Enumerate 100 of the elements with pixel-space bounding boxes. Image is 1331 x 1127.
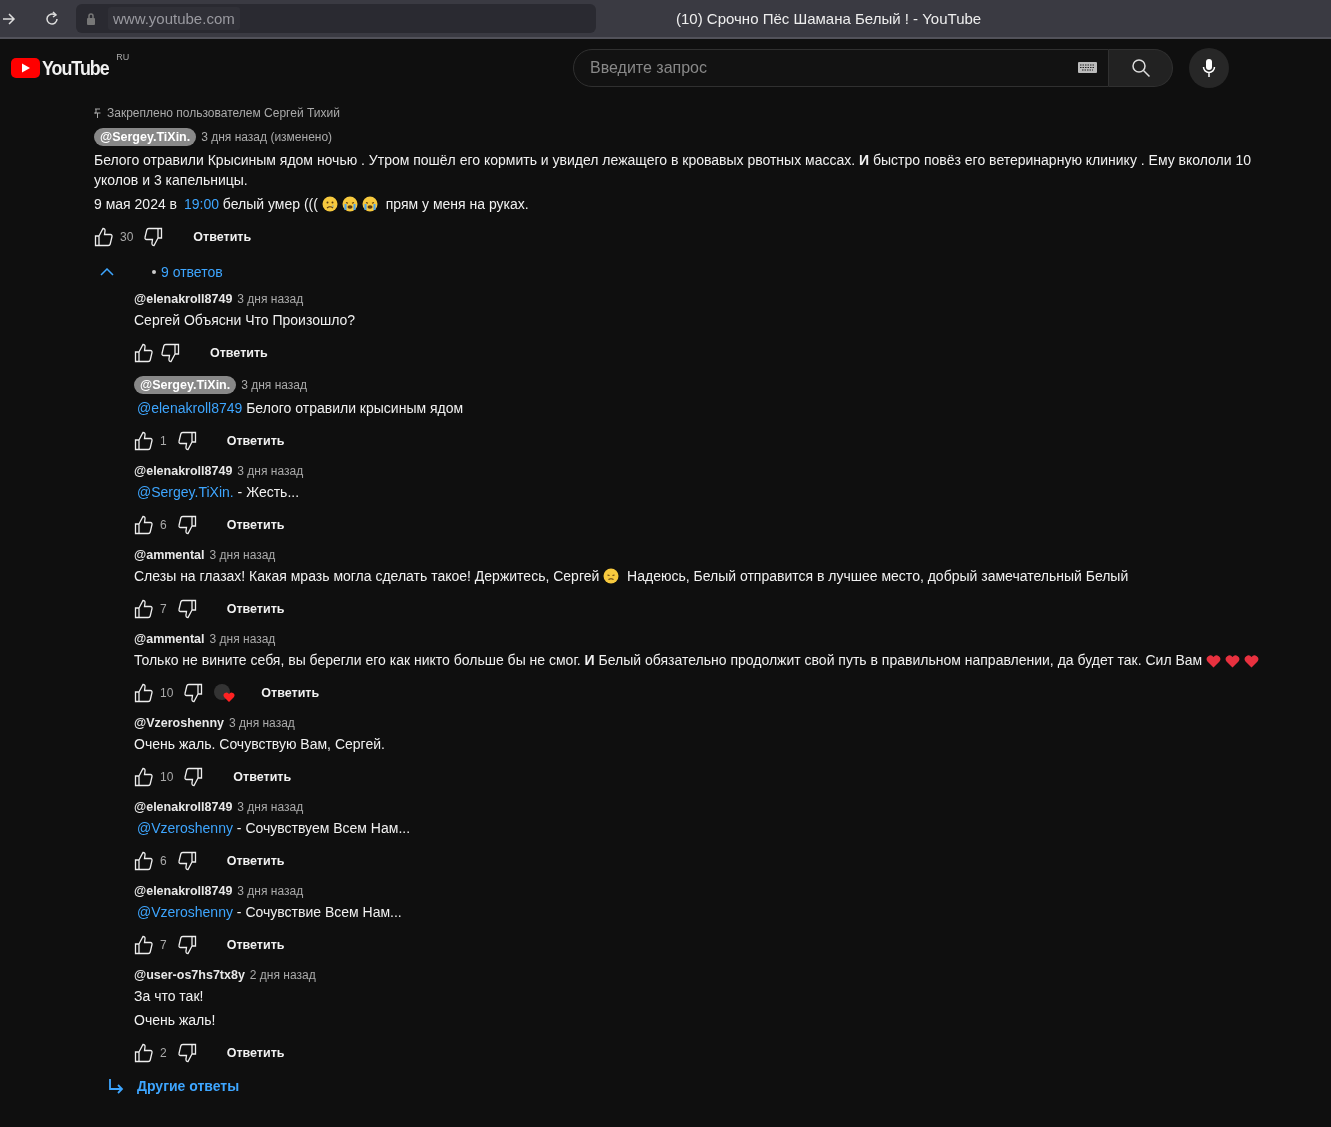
dislike-icon[interactable] [176, 431, 197, 451]
reply-button[interactable]: Ответить [218, 934, 293, 956]
logo-text[interactable]: YouTube [42, 56, 109, 80]
bullet-dot [152, 270, 156, 274]
like-icon[interactable] [134, 851, 154, 871]
reply-button[interactable]: Ответить [218, 598, 293, 620]
keyboard-icon[interactable] [1078, 62, 1097, 73]
dislike-icon[interactable] [183, 683, 204, 703]
timestamp-link[interactable]: 19:00 [183, 196, 219, 212]
like-count: 30 [120, 230, 134, 244]
like-icon[interactable] [94, 227, 114, 247]
comment-text: Только не вините себя, вы берегли его как никто больше бы не смог. И Белый обязательно продолжит свой путь в правильном направлении, да будет так. Сил Вам [134, 650, 1331, 670]
comment-time[interactable]: 2 дня назад [249, 968, 316, 982]
page-title: (10) Срочно Пёс Шамана Белый ! - YouTube [676, 10, 982, 27]
address-bar[interactable]: www.youtube.com [76, 4, 596, 33]
comment-text: @Vzeroshenny - Сочувствие Всем Нам... [136, 903, 403, 922]
chevron-icon[interactable] [100, 268, 114, 276]
comment-time[interactable]: 3 дня назад [237, 292, 304, 306]
reply-button[interactable]: Ответить [218, 850, 293, 872]
crying-face-emoji-icon [361, 196, 378, 212]
reply-button[interactable]: Ответить [218, 1042, 293, 1064]
like-count: 2 [160, 1046, 167, 1060]
reload-icon[interactable] [44, 10, 60, 27]
comment-time[interactable]: 3 дня назад [241, 378, 308, 392]
mention-link[interactable]: @Sergey.TiXin. [137, 484, 234, 500]
author-name[interactable]: @Sergey.TiXin. [94, 128, 197, 146]
like-icon[interactable] [134, 515, 154, 535]
comment-text: @Sergey.TiXin. - Жесть... [136, 483, 301, 502]
sad-face-emoji-icon [603, 568, 620, 584]
author-name[interactable]: @elenakroll8749 [134, 292, 233, 306]
like-count: 10 [160, 686, 174, 700]
reply-button[interactable]: Ответить [218, 430, 293, 452]
author-name[interactable]: @elenakroll8749 [134, 464, 233, 478]
mention-link[interactable]: @Vzeroshenny [137, 820, 233, 836]
forward-icon[interactable] [2, 11, 16, 26]
heart-emoji-icon [1225, 654, 1241, 668]
search-icon [1130, 58, 1151, 78]
region-label: RU [116, 52, 130, 62]
dislike-icon[interactable] [183, 767, 204, 787]
comment-text: Очень жаль. Сочувствую Вам, Сергей. [134, 735, 386, 754]
search-field[interactable]: Введите запрос [573, 49, 1109, 87]
like-icon[interactable] [134, 1043, 154, 1063]
like-icon[interactable] [134, 599, 154, 619]
like-icon[interactable] [134, 935, 154, 955]
more-replies-button[interactable]: Другие ответы [132, 1076, 245, 1096]
comment-time[interactable]: 3 дня назад [237, 800, 304, 814]
dislike-icon[interactable] [143, 227, 164, 247]
play-logo-icon[interactable] [11, 58, 40, 78]
author-name[interactable]: @ammental [134, 548, 205, 562]
author-name[interactable]: @elenakroll8749 [134, 884, 233, 898]
reply-button[interactable]: Ответить [225, 766, 300, 788]
comment-time[interactable]: 3 дня назад [237, 464, 304, 478]
like-icon[interactable] [134, 343, 154, 363]
crying-face-emoji-icon [341, 196, 358, 212]
like-icon[interactable] [134, 431, 154, 451]
comment-time[interactable]: 3 дня назад [209, 632, 276, 646]
like-count: 7 [160, 938, 167, 952]
pin-icon [94, 108, 101, 118]
reply-button[interactable]: Ответить [218, 514, 293, 536]
replies-toggle-button[interactable]: 9 ответов [156, 262, 228, 282]
author-name[interactable]: @Vzeroshenny [134, 716, 224, 730]
comment-time[interactable]: 3 дня назад [237, 884, 304, 898]
like-icon[interactable] [134, 683, 154, 703]
like-count: 6 [160, 854, 167, 868]
author-name[interactable]: @user-os7hs7tx8y [134, 968, 245, 982]
dislike-icon[interactable] [176, 1043, 197, 1063]
dislike-icon[interactable] [176, 599, 197, 619]
dislike-icon[interactable] [176, 515, 197, 535]
reply-button[interactable]: Ответить [202, 342, 276, 364]
like-count: 7 [160, 602, 167, 616]
mention-link[interactable]: @Vzeroshenny [137, 904, 233, 920]
dislike-icon[interactable] [176, 935, 197, 955]
url-text: www.youtube.com [108, 7, 240, 30]
pinned-label: Закреплено пользователем Сергей Тихий [107, 106, 340, 120]
comment-time[interactable]: 3 дня назад [229, 716, 295, 730]
comment-text: @Vzeroshenny - Сочувствуем Всем Нам... [136, 819, 412, 838]
dislike-icon[interactable] [176, 851, 197, 871]
reply-arrow-icon[interactable] [108, 1078, 124, 1094]
search-button[interactable] [1109, 49, 1173, 87]
author-name[interactable]: @Sergey.TiXin. [134, 376, 237, 394]
comment-text: 9 мая 2024 в 19:00 белый умер ((( прям у меня на руках. [94, 195, 530, 214]
like-count: 1 [160, 434, 167, 448]
comment-time[interactable]: 3 дня назад (изменено) [201, 130, 333, 144]
mention-link[interactable]: @elenakroll8749 [137, 400, 243, 416]
author-name[interactable]: @ammental [134, 632, 205, 646]
tear-face-emoji-icon [321, 196, 338, 212]
like-count: 10 [160, 770, 174, 784]
reply-button[interactable]: Ответить [185, 226, 260, 248]
heart-emoji-icon [1206, 654, 1222, 668]
dislike-icon[interactable] [160, 343, 180, 363]
comment-time[interactable]: 3 дня назад [209, 548, 276, 562]
like-count: 6 [160, 518, 167, 532]
like-icon[interactable] [134, 767, 154, 787]
comment-text: Белого отравили Крысиным ядом ночью . Утром пошёл его кормить и увидел лежащего в кровавых рвотных массах. И быстро повёз его ветеринарную клинику . Ему вкололи 10 уколов и 3 капельницы. [94, 151, 1252, 190]
voice-search-button[interactable] [1189, 48, 1229, 88]
heart-emoji-icon [1244, 654, 1260, 668]
comment-text: Сергей Объясни Что Произошло? [134, 311, 357, 330]
reply-button[interactable]: Ответить [253, 682, 328, 704]
comment-text: @elenakroll8749 Белого отравили крысиным ядом [136, 399, 465, 418]
author-name[interactable]: @elenakroll8749 [134, 800, 233, 814]
